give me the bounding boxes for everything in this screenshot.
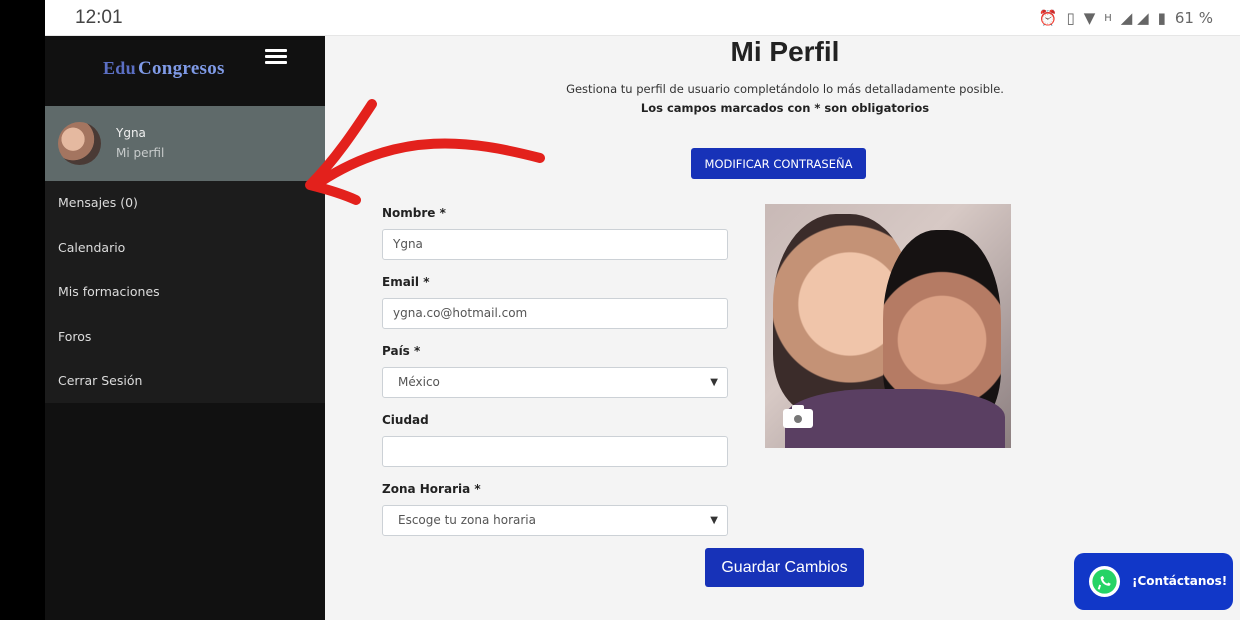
contact-label: ¡Contáctanos! — [1132, 574, 1228, 588]
nombre-field[interactable]: Ygna — [382, 229, 728, 260]
whatsapp-icon — [1088, 565, 1121, 598]
status-time: 12:01 — [75, 7, 123, 28]
sidebar-header: Edu Congresos — [45, 36, 325, 106]
sidebar-item-mis-formaciones[interactable]: Mis formaciones — [45, 282, 325, 327]
zona-horaria-select[interactable]: Escoge tu zona horaria ▼ — [382, 505, 728, 536]
sidebar-item-foros[interactable]: Foros — [45, 327, 325, 372]
ciudad-label: Ciudad — [382, 413, 429, 427]
email-field[interactable]: ygna.co@hotmail.com — [382, 298, 728, 329]
zona-horaria-value: Escoge tu zona horaria — [398, 513, 536, 527]
wifi-icon: ▼ — [1083, 9, 1096, 27]
pais-select[interactable]: México ▼ — [382, 367, 728, 398]
avatar — [58, 122, 101, 165]
signal-icon: ◢ ◢ — [1120, 9, 1149, 27]
camera-icon[interactable] — [783, 404, 813, 428]
sidebar-item-calendario[interactable]: Calendario — [45, 238, 325, 283]
profile-photo — [765, 204, 1011, 448]
sidebar: Edu Congresos Ygna Mi perfil Mensajes (0)… — [45, 36, 325, 620]
user-profile-card[interactable]: Ygna Mi perfil — [45, 106, 325, 181]
save-changes-button[interactable]: Guardar Cambios — [705, 548, 864, 587]
profile-main: Mi Perfil Gestiona tu perfil de usuario … — [325, 36, 1245, 620]
alarm-icon: ⏰ — [1038, 9, 1058, 27]
device-edge — [1240, 0, 1246, 620]
logo[interactable]: Edu Congresos — [103, 58, 225, 80]
network-type: H — [1104, 12, 1112, 24]
pais-label: País * — [382, 344, 421, 358]
menu-icon[interactable] — [265, 49, 287, 65]
status-bar: 12:01 ⏰ ▯ ▼ H ◢ ◢ ▮ 61 % — [45, 0, 1245, 36]
contact-whatsapp-button[interactable]: ¡Contáctanos! — [1074, 553, 1233, 610]
logo-text: Congresos — [137, 58, 225, 79]
profile-link[interactable]: Mi perfil — [116, 146, 164, 160]
email-label: Email * — [382, 275, 430, 289]
sidebar-item-mensajes[interactable]: Mensajes (0) — [45, 193, 325, 238]
zona-horaria-label: Zona Horaria * — [382, 482, 481, 496]
pais-value: México — [398, 375, 440, 389]
chevron-down-icon: ▼ — [710, 515, 718, 526]
vibrate-icon: ▯ — [1066, 9, 1075, 27]
change-password-button[interactable]: MODIFICAR CONTRASEÑA — [691, 148, 866, 179]
required-note: Los campos marcados con * son obligatori… — [640, 101, 930, 115]
device-bezel — [0, 0, 45, 620]
status-icons: ⏰ ▯ ▼ H ◢ ◢ ▮ 61 % — [1039, 9, 1213, 27]
page-title: Mi Perfil — [730, 36, 840, 67]
ciudad-field[interactable] — [382, 436, 728, 467]
battery-icon: ▮ — [1157, 9, 1166, 27]
nombre-label: Nombre * — [382, 206, 446, 220]
logo-mark: Edu — [103, 58, 136, 78]
sidebar-item-cerrar-sesion[interactable]: Cerrar Sesión — [45, 371, 325, 416]
user-name: Ygna — [116, 126, 146, 140]
page-subtitle: Gestiona tu perfil de usuario completánd… — [566, 82, 1004, 96]
sidebar-nav: Mensajes (0) Calendario Mis formaciones … — [45, 181, 325, 403]
battery-level: 61 % — [1174, 9, 1213, 27]
chevron-down-icon: ▼ — [710, 377, 718, 388]
